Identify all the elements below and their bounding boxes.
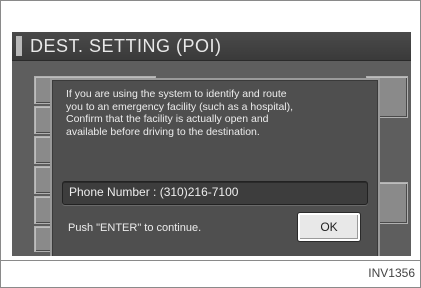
screen-title: DEST. SETTING (POI) — [30, 36, 222, 56]
instruction-text: Push "ENTER" to continue. — [68, 222, 202, 234]
title-bar: DEST. SETTING (POI) — [12, 32, 411, 61]
warning-dialog: If you are using the system to identify … — [50, 78, 380, 256]
phone-number-field: Phone Number : (310)216-7100 — [62, 181, 368, 205]
warning-message: If you are using the system to identify … — [66, 88, 294, 138]
figure-reference: INV1356 — [368, 266, 415, 280]
nav-screen: DEST. SETTING (POI) If you are using the… — [12, 32, 411, 256]
title-accent — [16, 36, 22, 56]
phone-number-text: Phone Number : (310)216-7100 — [69, 185, 239, 199]
caption-divider — [0, 260, 421, 261]
ok-button[interactable]: OK — [298, 213, 360, 241]
